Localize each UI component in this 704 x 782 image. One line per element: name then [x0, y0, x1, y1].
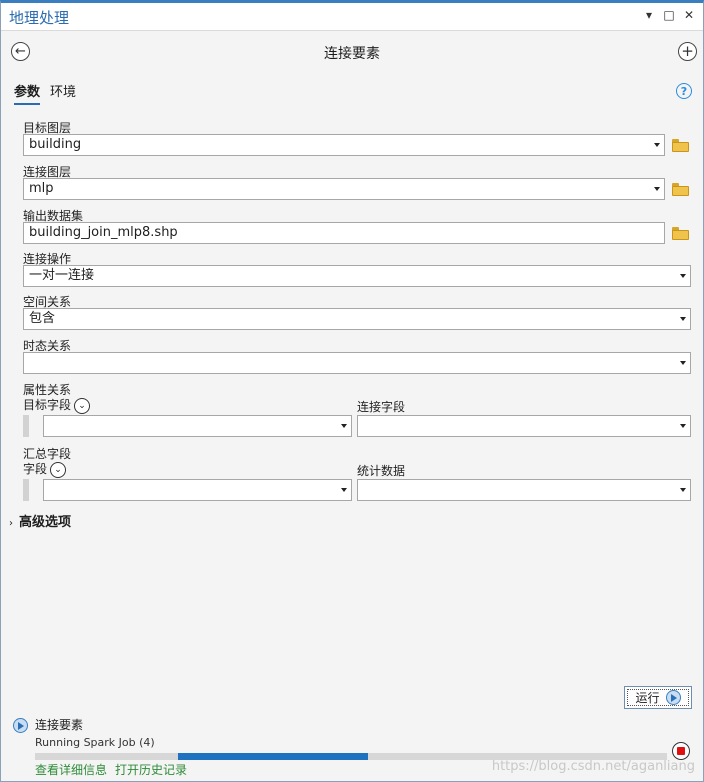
options-dropdown-icon[interactable]: ▾ [643, 8, 655, 22]
pane-title: 地理处理 [9, 9, 70, 27]
statistic-select[interactable] [357, 479, 691, 501]
output-dataset-input[interactable]: building_join_mlp8.shp [23, 222, 665, 244]
spatial-relationship-select[interactable]: 包含 [23, 308, 691, 330]
join-field-label: 连接字段 [357, 400, 406, 414]
job-name: 连接要素 [35, 718, 84, 732]
window-controls: ▾ □ ✕ [643, 8, 695, 22]
chevron-down-icon [680, 361, 686, 365]
chevron-down-icon [680, 488, 686, 492]
join-layer-select[interactable]: mlp [23, 178, 665, 200]
stop-button[interactable] [672, 742, 690, 760]
tab-parameters[interactable]: 参数 [14, 81, 41, 105]
open-history-link[interactable]: 打开历史记录 [115, 761, 187, 778]
view-details-link[interactable]: 查看详细信息 [35, 761, 107, 778]
target-layer-value: building [29, 137, 82, 152]
chevron-down-icon [341, 424, 347, 428]
watermark: https://blog.csdn.net/aganliang [491, 759, 695, 774]
geoprocessing-pane: 地理处理 ▾ □ ✕ ← 连接要素 + 参数 环境 ? 目标图层 buildin… [0, 0, 704, 782]
play-icon [13, 718, 28, 733]
chevron-down-icon [680, 317, 686, 321]
output-dataset-value: building_join_mlp8.shp [29, 225, 178, 240]
chevron-down-icon [341, 488, 347, 492]
statistic-label: 统计数据 [357, 464, 406, 478]
close-icon[interactable]: ✕ [683, 8, 695, 22]
folder-icon[interactable] [672, 183, 689, 196]
run-button-label: 运行 [635, 691, 660, 705]
pane-titlebar: 地理处理 ▾ □ ✕ [1, 3, 703, 31]
temporal-relationship-select[interactable] [23, 352, 691, 374]
join-layer-value: mlp [29, 181, 54, 196]
folder-icon[interactable] [672, 139, 689, 152]
chevron-down-icon [654, 143, 660, 147]
summary-field-select[interactable] [43, 479, 352, 501]
job-status-text: Running Spark Job (4) [35, 736, 155, 749]
join-operation-select[interactable]: 一对一连接 [23, 265, 691, 287]
field-label: 字段 [23, 462, 48, 476]
target-field-select[interactable] [43, 415, 352, 437]
plus-icon[interactable]: + [678, 42, 697, 61]
chevron-down-icon [654, 187, 660, 191]
expand-chevron-icon[interactable]: ⌄ [74, 397, 91, 414]
field-label-row: 字段 ⌄ [23, 460, 67, 478]
spatial-relationship-value: 包含 [29, 311, 56, 326]
row-drag-handle[interactable] [23, 479, 29, 501]
chevron-right-icon: › [9, 518, 13, 529]
join-field-select[interactable] [357, 415, 691, 437]
tab-environments[interactable]: 环境 [50, 81, 76, 105]
job-links: 查看详细信息 打开历史记录 [35, 761, 187, 778]
row-drag-handle[interactable] [23, 415, 29, 437]
tool-name: 连接要素 [324, 46, 380, 62]
expand-chevron-icon[interactable]: ⌄ [50, 461, 67, 478]
progress-fill [178, 753, 369, 760]
stop-icon [677, 747, 685, 755]
target-layer-select[interactable]: building [23, 134, 665, 156]
job-status-icon[interactable] [13, 718, 28, 733]
target-field-label-row: 目标字段 ⌄ [23, 396, 91, 414]
tool-header: ← 连接要素 + [1, 39, 703, 67]
chevron-down-icon [680, 274, 686, 278]
help-icon[interactable]: ? [676, 83, 692, 99]
advanced-options-label: 高级选项 [19, 515, 72, 530]
chevron-down-icon [680, 424, 686, 428]
folder-icon[interactable] [672, 227, 689, 240]
play-icon [665, 690, 681, 705]
advanced-options-toggle[interactable]: › 高级选项 [9, 511, 71, 530]
target-field-label: 目标字段 [23, 398, 72, 412]
tab-bar: 参数 环境 [14, 81, 76, 105]
run-button[interactable]: 运行 [624, 686, 692, 709]
join-operation-value: 一对一连接 [29, 268, 95, 283]
maximize-icon[interactable]: □ [663, 8, 675, 22]
